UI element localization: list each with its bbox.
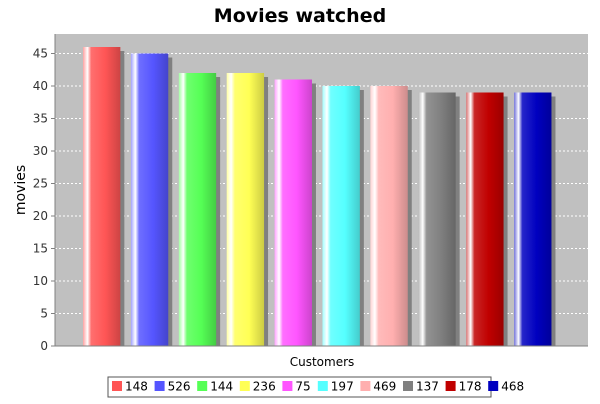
legend-label: 144 [210,380,233,394]
legend-label: 197 [331,380,354,394]
bar-197 [322,86,360,346]
legend-label: 137 [416,380,439,394]
bar-469 [370,86,408,346]
legend-label: 236 [253,380,276,394]
bar-526 [130,53,169,346]
legend-label: 469 [373,380,396,394]
legend-label: 75 [295,380,310,394]
y-axis-label: movies [13,165,29,215]
legend-swatch [112,381,122,391]
legend-swatch [488,381,499,391]
bar-236 [226,73,265,346]
legend-swatch [154,381,165,391]
chart-title: Movies watched [214,5,386,27]
legend-label: 526 [168,380,191,394]
y-axis-ticks: 0 5 10 15 20 25 30 35 40 45 [33,47,55,353]
legend-swatch [403,381,413,391]
bar-144 [178,73,217,346]
legend-swatch [197,381,208,391]
y-tick-label: 20 [33,209,48,223]
y-tick-label: 35 [33,112,48,126]
bar-148 [83,47,121,346]
legend-swatch [360,381,371,391]
y-tick-label: 10 [33,274,48,288]
bar-75 [274,79,312,346]
y-tick-label: 30 [33,144,48,158]
bar-137 [418,92,456,346]
legend-label: 148 [125,380,148,394]
y-tick-label: 45 [33,47,48,61]
bar-468 [514,92,552,346]
bar-178 [466,92,504,346]
x-axis-label: Customers [290,355,355,369]
y-tick-label: 25 [33,177,48,191]
legend-label: 468 [501,380,524,394]
chart-container: Movies watched 0 5 10 15 20 25 30 35 40 45 movies… [0,0,600,400]
legend-label: 178 [459,380,482,394]
legend-swatch [445,381,456,391]
y-tick-label: 5 [40,307,48,321]
y-tick-label: 0 [40,339,48,353]
legend: 148 526 144 236 75 197 469 137 178 468 [107,376,524,398]
legend-swatch [282,381,293,391]
legend-swatch [239,381,250,391]
y-tick-label: 40 [33,79,48,93]
bar-chart: Movies watched 0 5 10 15 20 25 30 35 40 45 movies… [13,5,588,398]
legend-swatch [317,381,328,391]
y-tick-label: 15 [33,242,48,256]
